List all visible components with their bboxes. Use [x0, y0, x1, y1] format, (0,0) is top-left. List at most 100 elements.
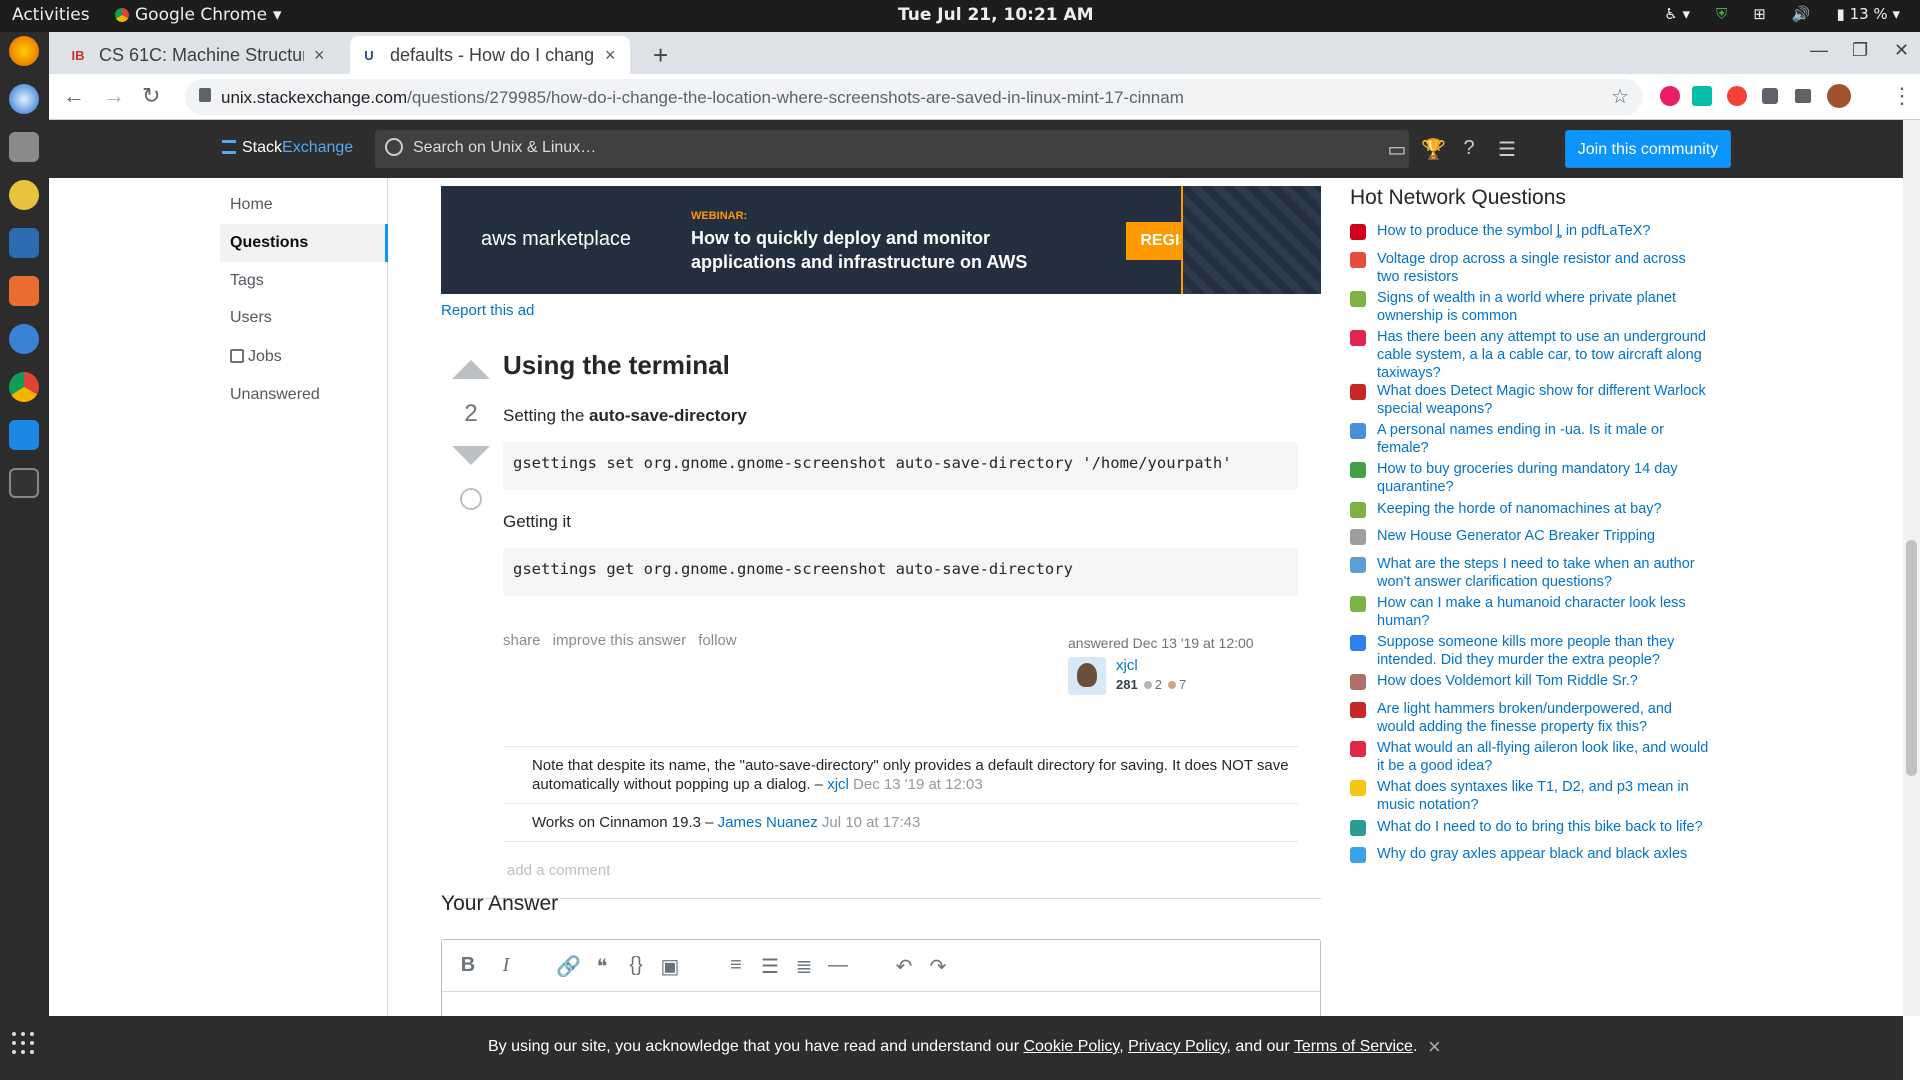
extensions-puzzle-icon[interactable]	[1762, 88, 1778, 104]
answer-editor[interactable]: B I 🔗 ❝ {} ▣ ≡ ☰ ≣ — ↶ ↷	[441, 939, 1321, 1016]
rhythmbox-icon[interactable]	[9, 180, 39, 210]
volume-icon[interactable]: 🔊	[1792, 5, 1811, 23]
history-icon[interactable]	[460, 488, 482, 510]
undo-icon[interactable]: ↶	[892, 954, 916, 979]
improve-answer-link[interactable]: improve this answer	[553, 632, 686, 649]
minimize-icon[interactable]: —	[1810, 40, 1828, 61]
hot-question-link[interactable]: Has there been any attempt to use an und…	[1377, 328, 1712, 382]
upvote-arrow-icon[interactable]	[452, 360, 490, 379]
extension-shield-icon[interactable]	[1727, 86, 1747, 106]
heading-icon[interactable]: ≣	[792, 954, 816, 979]
hot-question-link[interactable]: Why do gray axles appear black and black…	[1377, 845, 1712, 863]
nav-unanswered[interactable]: Unanswered	[220, 376, 388, 414]
comment-date[interactable]: Jul 10 at 17:43	[822, 814, 920, 831]
link-icon[interactable]: 🔗	[556, 954, 581, 979]
hot-question-link[interactable]: How to produce the symbol ȴ in pdfLaTeX?	[1377, 222, 1712, 240]
vscode-icon[interactable]	[9, 420, 39, 450]
firefox-icon[interactable]	[9, 36, 39, 66]
stackexchange-logo[interactable]: StackExchange	[222, 139, 353, 157]
site-switcher-icon[interactable]: ☰	[1495, 137, 1519, 161]
search-input[interactable]	[413, 139, 1313, 157]
nav-tags[interactable]: Tags	[220, 262, 388, 300]
hot-question-link[interactable]: Suppose someone kills more people than t…	[1377, 633, 1712, 669]
hot-question-link[interactable]: How does Voldemort kill Tom Riddle Sr.?	[1377, 672, 1712, 690]
add-comment-link[interactable]: add a comment	[507, 862, 610, 879]
hot-question-link[interactable]: Keeping the horde of nanomachines at bay…	[1377, 500, 1712, 518]
maximize-icon[interactable]: ❐	[1852, 40, 1868, 61]
privacy-policy-link[interactable]: Privacy Policy	[1128, 1038, 1226, 1055]
software-center-icon[interactable]	[9, 276, 39, 306]
back-icon[interactable]: ←	[63, 83, 85, 109]
app-menu[interactable]: Google Chrome ▾	[115, 5, 282, 25]
horizontal-rule-icon[interactable]: —	[826, 954, 850, 977]
terminal-icon[interactable]	[9, 468, 39, 498]
join-community-button[interactable]: Join this community	[1565, 130, 1731, 168]
address-bar[interactable]: unix.stackexchange.com/questions/279985/…	[185, 79, 1643, 115]
chrome-menu-icon[interactable]: ⋮	[1891, 83, 1913, 109]
help-center-icon[interactable]: ?	[1457, 137, 1481, 159]
battery-icon[interactable]: ▮ 13 % ▾	[1837, 5, 1900, 23]
bold-icon[interactable]: B	[456, 954, 480, 977]
thunderbird-icon[interactable]	[9, 84, 39, 114]
hot-question-link[interactable]: What do I need to do to bring this bike …	[1377, 818, 1712, 836]
tab-stackexchange[interactable]: U defaults - How do I chang ×	[350, 36, 630, 74]
hot-question-link[interactable]: How to buy groceries during mandatory 14…	[1377, 460, 1712, 496]
close-window-icon[interactable]: ✕	[1894, 40, 1909, 61]
clock[interactable]: Tue Jul 21, 10:21 AM	[898, 5, 1094, 25]
hot-question-link[interactable]: What are the steps I need to take when a…	[1377, 555, 1712, 591]
url-text[interactable]: unix.stackexchange.com/questions/279985/…	[221, 88, 1184, 108]
activities-button[interactable]: Activities	[12, 5, 90, 25]
cookie-policy-link[interactable]: Cookie Policy	[1023, 1038, 1119, 1055]
comment-user-link[interactable]: xjcl	[827, 776, 849, 793]
lock-icon[interactable]	[199, 88, 211, 102]
achievements-trophy-icon[interactable]: 🏆	[1421, 137, 1446, 161]
advertisement-banner[interactable]: aws marketplace WEBINAR: How to quickly …	[441, 186, 1321, 294]
hot-question-link[interactable]: What does syntaxes like T1, D2, and p3 m…	[1377, 778, 1712, 814]
new-tab-button[interactable]: +	[653, 40, 668, 71]
nav-jobs[interactable]: Jobs	[220, 338, 388, 376]
report-ad-link[interactable]: Report this ad	[441, 302, 534, 319]
accessibility-icon[interactable]: ♿ ▾	[1664, 5, 1690, 23]
extension-n-icon[interactable]	[1692, 86, 1712, 106]
profile-avatar[interactable]	[1827, 84, 1851, 108]
bulleted-list-icon[interactable]: ☰	[758, 954, 782, 979]
system-tray[interactable]: ♿ ▾ ⛨ ⊞ 🔊 ▮ 13 % ▾	[1664, 5, 1900, 23]
media-control-icon[interactable]	[1795, 89, 1811, 103]
downvote-arrow-icon[interactable]	[452, 446, 490, 465]
terms-of-service-link[interactable]: Terms of Service	[1294, 1038, 1413, 1055]
hot-question-link[interactable]: New House Generator AC Breaker Tripping	[1377, 527, 1712, 545]
hot-question-link[interactable]: Signs of wealth in a world where private…	[1377, 289, 1712, 325]
hot-question-link[interactable]: How can I make a humanoid character look…	[1377, 594, 1712, 630]
comment-user-link[interactable]: James Nuanez	[718, 814, 818, 831]
chrome-dock-icon[interactable]	[9, 372, 39, 402]
avatar[interactable]	[1068, 657, 1106, 695]
show-apps-icon[interactable]	[12, 1032, 36, 1056]
close-icon[interactable]: ×	[1428, 1034, 1441, 1060]
hot-question-link[interactable]: What does Detect Magic show for differen…	[1377, 382, 1712, 418]
image-icon[interactable]: ▣	[658, 954, 682, 979]
extension-t-icon[interactable]	[1660, 86, 1680, 106]
tab-cs61c[interactable]: IB CS 61C: Machine Structure ×	[59, 36, 339, 74]
close-tab-icon[interactable]: ×	[605, 45, 616, 66]
site-search[interactable]	[375, 130, 1409, 168]
inbox-icon[interactable]: ▭	[1385, 137, 1409, 161]
scrollbar-thumb[interactable]	[1906, 540, 1917, 776]
numbered-list-icon[interactable]: ≡	[724, 954, 748, 977]
hot-question-link[interactable]: Are light hammers broken/underpowered, a…	[1377, 700, 1712, 736]
hot-question-link[interactable]: What would an all-flying aileron look li…	[1377, 739, 1712, 775]
blockquote-icon[interactable]: ❝	[590, 954, 614, 979]
nav-questions[interactable]: Questions	[220, 224, 388, 262]
redo-icon[interactable]: ↷	[926, 954, 950, 979]
network-icon[interactable]: ⊞	[1753, 5, 1766, 23]
share-link[interactable]: share	[503, 632, 541, 649]
italic-icon[interactable]: I	[494, 954, 518, 977]
comment-date[interactable]: Dec 13 '19 at 12:03	[853, 776, 983, 793]
reload-icon[interactable]: ↻	[142, 83, 160, 109]
hot-question-link[interactable]: Voltage drop across a single resistor an…	[1377, 250, 1712, 286]
forward-icon[interactable]: →	[103, 83, 125, 109]
hot-question-link[interactable]: A personal names ending in -ua. Is it ma…	[1377, 421, 1712, 457]
follow-link[interactable]: follow	[698, 632, 736, 649]
writer-icon[interactable]	[9, 228, 39, 258]
code-icon[interactable]: {}	[624, 954, 648, 977]
nav-users[interactable]: Users	[220, 299, 388, 337]
